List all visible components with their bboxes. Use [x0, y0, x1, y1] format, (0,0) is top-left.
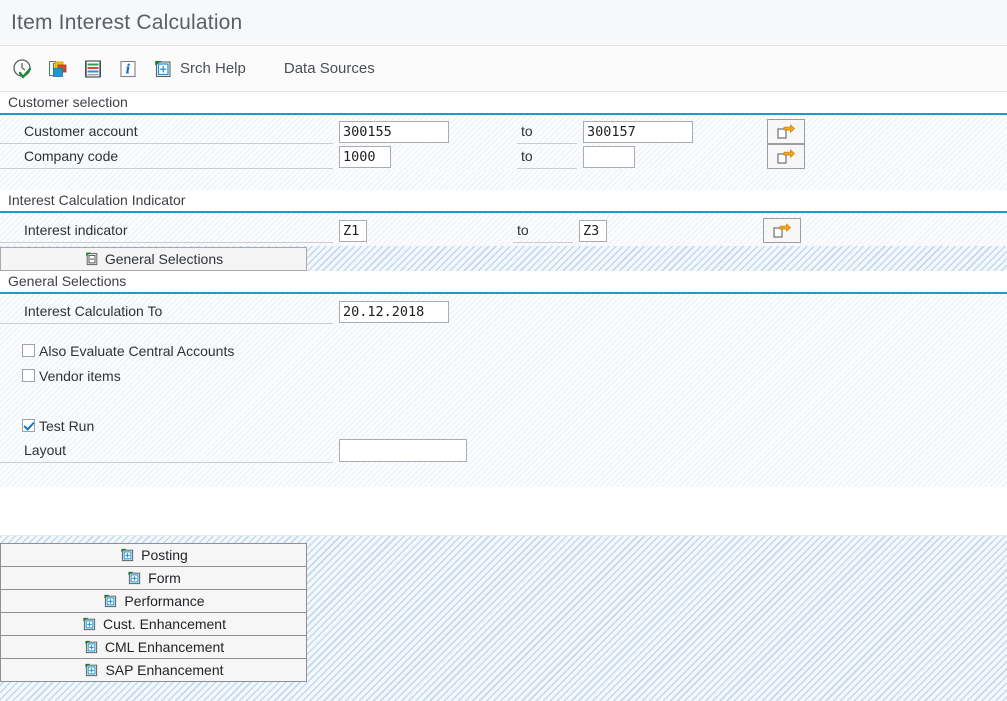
cml-enhancement-button[interactable]: CML Enhancement — [0, 635, 307, 659]
performance-label: Performance — [124, 593, 205, 609]
customer-account-row: Customer account to — [0, 119, 1007, 144]
interest-indicator-multiple-selection-button[interactable] — [763, 218, 801, 243]
data-sources-label: Data Sources — [283, 60, 375, 77]
company-code-multiple-selection-button[interactable] — [767, 144, 805, 169]
flag-expand-icon — [126, 570, 142, 586]
interest-indicator-header-label: Interest Calculation Indicator — [8, 192, 186, 208]
flag-expand-icon — [83, 639, 99, 655]
interest-indicator-to-label-cell: to — [513, 218, 573, 243]
interest-indicator-row: Interest indicator to — [0, 218, 1007, 243]
also-evaluate-central-accounts-label: Also Evaluate Central Accounts — [39, 342, 235, 359]
info-icon: i — [117, 58, 139, 80]
customer-account-to-label-cell: to — [517, 119, 577, 144]
customer-selection-body: Customer account to Company code to — [0, 115, 1007, 170]
flag-expand-icon — [119, 547, 135, 563]
variant-icon — [47, 58, 69, 80]
customer-account-label-cell: Customer account — [0, 119, 333, 144]
form-label: Form — [148, 570, 181, 586]
company-code-from-input[interactable] — [339, 145, 391, 168]
customer-account-label: Customer account — [24, 123, 138, 139]
customer-selection-header-label: Customer selection — [8, 94, 128, 110]
tab-general-selections-label: General Selections — [104, 251, 224, 267]
page-title: Item Interest Calculation — [11, 10, 243, 34]
clock-check-icon — [12, 58, 34, 80]
form-button[interactable]: Form — [0, 566, 307, 590]
general-selections-body: Interest Calculation To Also Evaluate Ce… — [0, 294, 1007, 487]
cust-enhancement-button[interactable]: Cust. Enhancement — [0, 612, 307, 636]
posting-label: Posting — [141, 547, 188, 563]
information-button[interactable]: i — [114, 54, 142, 84]
interest-indicator-header: Interest Calculation Indicator — [0, 190, 1007, 213]
interest-indicator-to-input[interactable] — [579, 219, 607, 242]
layout-input[interactable] — [339, 439, 467, 462]
company-code-label: Company code — [24, 148, 119, 164]
interest-calculation-to-label: Interest Calculation To — [24, 303, 163, 319]
search-help-label: Srch Help — [180, 60, 246, 77]
test-run-checkbox[interactable] — [22, 419, 35, 432]
tabstrip: General Selections — [0, 246, 1007, 271]
interest-calculation-to-label-cell: Interest Calculation To — [0, 299, 333, 324]
get-variant-button[interactable] — [44, 54, 72, 84]
list-display-button[interactable] — [79, 54, 107, 84]
general-selections-header: General Selections — [0, 271, 1007, 294]
flag-expand-icon — [83, 662, 99, 678]
customer-account-to-label: to — [521, 123, 533, 139]
multiple-selection-icon — [772, 221, 792, 241]
data-sources-button[interactable]: Data Sources — [278, 54, 381, 84]
general-selections-header-label: General Selections — [8, 273, 127, 289]
performance-button[interactable]: Performance — [0, 589, 307, 613]
cust-enhancement-label: Cust. Enhancement — [103, 616, 226, 632]
expand-node-icon — [84, 251, 100, 267]
test-run-row: Test Run — [0, 413, 94, 438]
execute-button[interactable] — [9, 54, 37, 84]
bottom-button-panel: Posting Form Performance Cust. Enhanceme… — [0, 535, 1007, 701]
also-evaluate-central-accounts-row: Also Evaluate Central Accounts — [0, 338, 234, 363]
test-run-label: Test Run — [39, 417, 95, 434]
layout-label: Layout — [24, 442, 67, 458]
also-evaluate-central-accounts-checkbox[interactable] — [22, 344, 35, 357]
interest-calculation-to-row: Interest Calculation To — [0, 299, 1007, 324]
company-code-to-input[interactable] — [583, 145, 635, 168]
application-toolbar: i Srch Help Data Sources — [0, 46, 1007, 92]
window-title-bar: Item Interest Calculation — [0, 0, 1007, 46]
interest-calculation-to-input[interactable] — [339, 300, 449, 323]
layout-label-cell: Layout — [0, 438, 333, 463]
section-spacer-1 — [0, 170, 1007, 190]
multiple-selection-icon — [776, 122, 796, 142]
interest-indicator-body: Interest indicator to — [0, 213, 1007, 246]
search-help-icon — [152, 58, 174, 80]
sap-enhancement-label: SAP Enhancement — [105, 662, 224, 678]
company-code-label-cell: Company code — [0, 144, 333, 169]
flag-expand-icon — [102, 593, 118, 609]
interest-indicator-label: Interest indicator — [24, 222, 128, 238]
layout-row: Layout — [0, 438, 1007, 463]
customer-account-from-input[interactable] — [339, 120, 449, 143]
cml-enhancement-label: CML Enhancement — [104, 639, 225, 655]
company-code-to-label: to — [521, 148, 533, 164]
svg-text:i: i — [126, 62, 131, 77]
vendor-items-label: Vendor items — [39, 367, 121, 384]
sap-enhancement-button[interactable]: SAP Enhancement — [0, 658, 307, 682]
company-code-row: Company code to — [0, 144, 1007, 169]
customer-account-multiple-selection-button[interactable] — [767, 119, 805, 144]
flag-expand-icon — [81, 616, 97, 632]
interest-indicator-from-input[interactable] — [339, 219, 367, 242]
multiple-selection-icon — [776, 147, 796, 167]
company-code-to-label-cell: to — [517, 144, 577, 169]
interest-indicator-to-label: to — [517, 222, 529, 238]
list-stripes-icon — [82, 58, 104, 80]
vendor-items-row: Vendor items — [0, 363, 121, 388]
vendor-items-checkbox[interactable] — [22, 369, 35, 382]
interest-indicator-label-cell: Interest indicator — [0, 218, 333, 243]
tab-general-selections[interactable]: General Selections — [0, 247, 307, 271]
customer-selection-header: Customer selection — [0, 92, 1007, 115]
posting-button[interactable]: Posting — [0, 543, 307, 567]
customer-account-to-input[interactable] — [583, 120, 693, 143]
search-help-button[interactable]: Srch Help — [149, 54, 249, 84]
